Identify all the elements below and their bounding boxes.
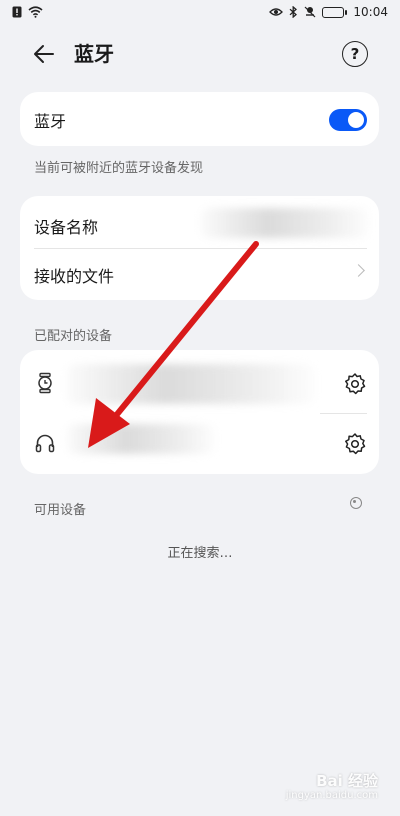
help-button[interactable]: ? xyxy=(342,41,368,67)
device-name-value-redacted xyxy=(200,208,370,238)
visibility-note: 当前可被附近的蓝牙设备发现 xyxy=(34,161,204,176)
clock: 10:04 xyxy=(353,5,388,19)
bluetooth-toggle-card: 蓝牙 xyxy=(20,92,379,146)
gear-icon[interactable] xyxy=(343,432,367,456)
headphones-icon xyxy=(35,434,55,453)
received-files-label[interactable]: 接收的文件 xyxy=(34,263,114,287)
bluetooth-icon xyxy=(289,6,298,18)
device-info-card: 设备名称 接收的文件 xyxy=(20,196,379,300)
question-circle-icon: ? xyxy=(350,45,360,63)
divider xyxy=(34,248,367,249)
toggle-knob xyxy=(348,112,364,128)
divider xyxy=(320,413,367,414)
back-button[interactable] xyxy=(30,40,58,68)
arrow-left-icon xyxy=(34,45,54,63)
watermark-url: jingyan.baidu.com xyxy=(285,790,378,801)
alert-sim-icon xyxy=(12,6,22,18)
gear-icon[interactable] xyxy=(343,372,367,396)
paired-device-name-redacted xyxy=(66,424,216,454)
mute-icon xyxy=(304,6,316,18)
battery-icon xyxy=(322,6,348,18)
status-bar: 10:04 xyxy=(0,0,400,26)
bluetooth-label: 蓝牙 xyxy=(34,112,67,131)
paired-devices-card xyxy=(20,350,379,474)
available-devices-heading: 可用设备 xyxy=(34,503,87,518)
searching-status: 正在搜索… xyxy=(167,546,233,561)
eye-icon xyxy=(269,8,284,16)
wifi-icon xyxy=(28,6,43,18)
app-header: 蓝牙 ? xyxy=(0,28,400,80)
paired-device-name-redacted xyxy=(66,364,316,404)
watermark-logo: Bai 经验 xyxy=(316,772,378,790)
page-title: 蓝牙 xyxy=(74,42,114,66)
device-name-label[interactable]: 设备名称 xyxy=(34,214,98,238)
status-left xyxy=(12,6,43,18)
paired-devices-heading: 已配对的设备 xyxy=(34,329,113,344)
chevron-right-icon[interactable] xyxy=(352,264,365,277)
watch-icon xyxy=(38,372,52,394)
bluetooth-toggle[interactable] xyxy=(329,109,367,131)
loading-spinner-icon xyxy=(350,497,362,509)
status-right: 10:04 xyxy=(269,5,388,19)
